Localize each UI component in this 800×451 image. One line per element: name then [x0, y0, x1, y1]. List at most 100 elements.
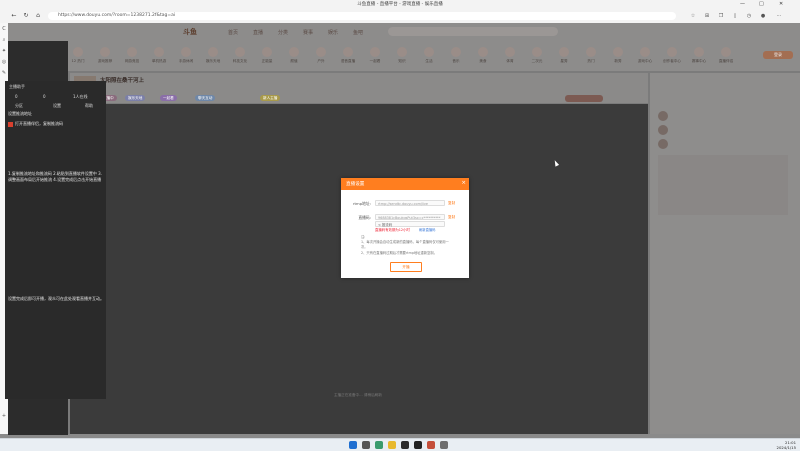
- category-icon: [370, 47, 380, 57]
- home-icon[interactable]: ⌂: [34, 12, 42, 20]
- tab-partition[interactable]: 分区: [15, 103, 23, 109]
- system-clock[interactable]: 21:01 2024/1/15: [777, 440, 796, 450]
- room-tag[interactable]: 娱乐天地: [125, 95, 146, 101]
- category-icon: [208, 47, 218, 57]
- edit-icon[interactable]: ✎: [1, 70, 7, 76]
- explorer-icon[interactable]: [388, 441, 396, 449]
- maximize-icon[interactable]: □: [759, 1, 764, 7]
- app-icon[interactable]: [401, 441, 409, 449]
- category-item[interactable]: 户外: [311, 47, 331, 64]
- category-label: 新秀: [614, 59, 622, 63]
- clock-date: 2024/1/15: [776, 445, 796, 450]
- category-item[interactable]: 热门: [581, 47, 601, 64]
- category-icon: [289, 47, 299, 57]
- category-item[interactable]: 12 热门: [68, 47, 88, 64]
- stream-code-dropdown[interactable]: < 推流码: [375, 221, 445, 227]
- category-item[interactable]: 生活: [419, 47, 439, 64]
- stat-value: 0: [15, 94, 18, 99]
- copilot-icon[interactable]: C: [1, 26, 7, 32]
- rank-avatar[interactable]: [658, 111, 668, 121]
- room-tag[interactable]: 一起看: [160, 95, 177, 101]
- category-item[interactable]: 游戏推荐: [95, 47, 115, 64]
- category-item[interactable]: 一起看: [365, 47, 385, 64]
- category-item[interactable]: 美食: [473, 47, 493, 64]
- category-label: 颜值: [290, 59, 298, 63]
- category-icon: [586, 47, 596, 57]
- category-item[interactable]: 赛事中心: [689, 47, 709, 64]
- category-icon: [181, 47, 191, 57]
- history-icon[interactable]: ◷: [746, 13, 752, 19]
- close-icon[interactable]: ×: [461, 180, 466, 186]
- close-window-icon[interactable]: ✕: [779, 1, 783, 7]
- extensions-icon[interactable]: ⊞: [704, 13, 710, 19]
- back-icon[interactable]: ←: [10, 12, 18, 20]
- edge-icon[interactable]: [375, 441, 383, 449]
- stream-code-copy-button[interactable]: 复制: [448, 215, 455, 220]
- category-icon: [667, 47, 677, 57]
- category-item[interactable]: 创作者中心: [662, 47, 682, 64]
- profile-icon[interactable]: ●: [760, 13, 766, 19]
- category-label: 音乐: [452, 59, 460, 63]
- category-item[interactable]: 体育: [500, 47, 520, 64]
- favorite-icon[interactable]: ☆: [690, 13, 696, 19]
- tab-settings[interactable]: 设置: [53, 103, 61, 109]
- follow-button[interactable]: [565, 95, 603, 102]
- obs-icon[interactable]: [414, 441, 422, 449]
- category-icon: [559, 47, 569, 57]
- category-icon: [694, 47, 704, 57]
- category-item[interactable]: 知识: [392, 47, 412, 64]
- category-item[interactable]: 网游竞技: [122, 47, 142, 64]
- app-icon[interactable]: [427, 441, 435, 449]
- address-bar[interactable]: https://www.douyu.com/?room=1238271.2f&t…: [48, 12, 676, 20]
- shopping-icon[interactable]: ✦: [1, 48, 7, 54]
- player-notice: 主播正在准备中… 请稍后刷新: [334, 393, 382, 397]
- category-icon: [532, 47, 542, 57]
- stream-code-input[interactable]: 9688381cBoukgsPut3sx=c**********: [375, 214, 445, 220]
- category-item[interactable]: 直播伴侣: [716, 47, 736, 64]
- start-live-button[interactable]: 开播: [390, 262, 422, 272]
- category-item[interactable]: 游戏中心: [635, 47, 655, 64]
- category-item[interactable]: 颜值: [284, 47, 304, 64]
- category-item[interactable]: 娱乐天地: [203, 47, 223, 64]
- search-icon[interactable]: ⌕: [1, 37, 7, 43]
- help-panel: 主播助手 0 0 1人在线 分区 设置 帮助 设置推流地址 打开直播伴侣，复制推…: [5, 81, 106, 399]
- rtmp-input[interactable]: rtmp://sendtc.douyu.com/live: [375, 200, 445, 206]
- help-steps: 1.复制推流地址和推流码 2.粘贴到直播软件设置中 3.调整画面布局后开始推流 …: [8, 171, 102, 182]
- add-icon[interactable]: +: [1, 413, 7, 419]
- minimize-icon[interactable]: —: [740, 1, 745, 7]
- category-item[interactable]: 单机热游: [149, 47, 169, 64]
- category-item[interactable]: 正能量: [257, 47, 277, 64]
- tab-help[interactable]: 帮助: [85, 103, 93, 109]
- category-icon: [262, 47, 272, 57]
- category-item[interactable]: 新秀: [608, 47, 628, 64]
- room-tag[interactable]: 聊天互动: [195, 95, 216, 101]
- collections-icon[interactable]: ❐: [718, 13, 724, 19]
- chat-area: [658, 155, 788, 215]
- menu-icon[interactable]: ⋯: [776, 13, 782, 19]
- app-icon[interactable]: [440, 441, 448, 449]
- category-item[interactable]: 科技文化: [230, 47, 250, 64]
- category-item[interactable]: 音乐: [446, 47, 466, 64]
- split-screen-icon[interactable]: ▯: [732, 13, 738, 19]
- rtmp-copy-button[interactable]: 复制: [448, 201, 455, 206]
- dialog-title: 直播设置: [346, 182, 365, 187]
- search-taskbar-icon[interactable]: [362, 441, 370, 449]
- category-item[interactable]: 手游休闲: [176, 47, 196, 64]
- rank-avatar[interactable]: [658, 139, 668, 149]
- category-bar: 12 热门 游戏推荐 网游竞技 单机热游 手游休闲 娱乐天地 科技文化 正能量 颜值 户外 语音直播…: [68, 23, 768, 71]
- reload-icon[interactable]: ↻: [22, 12, 30, 20]
- category-item[interactable]: 语音直播: [338, 47, 358, 64]
- rank-avatar[interactable]: [658, 125, 668, 135]
- category-icon: [397, 47, 407, 57]
- browser-title-bar: 斗鱼直播 - 直播平台 - 游戏直播 - 娱乐直播 — □ ✕: [0, 0, 800, 9]
- category-label: 体育: [506, 59, 514, 63]
- start-icon[interactable]: [349, 441, 357, 449]
- help-panel-header: 主播助手: [9, 84, 25, 89]
- tools-icon[interactable]: ◎: [1, 59, 7, 65]
- category-item[interactable]: 星秀: [554, 47, 574, 64]
- room-tag[interactable]: 新人主播: [260, 95, 281, 101]
- refresh-code-link[interactable]: 刷新直播码: [419, 228, 435, 233]
- category-item[interactable]: 二次元: [527, 47, 547, 64]
- category-label: 赛事中心: [691, 59, 707, 63]
- category-label: 正能量: [261, 59, 273, 63]
